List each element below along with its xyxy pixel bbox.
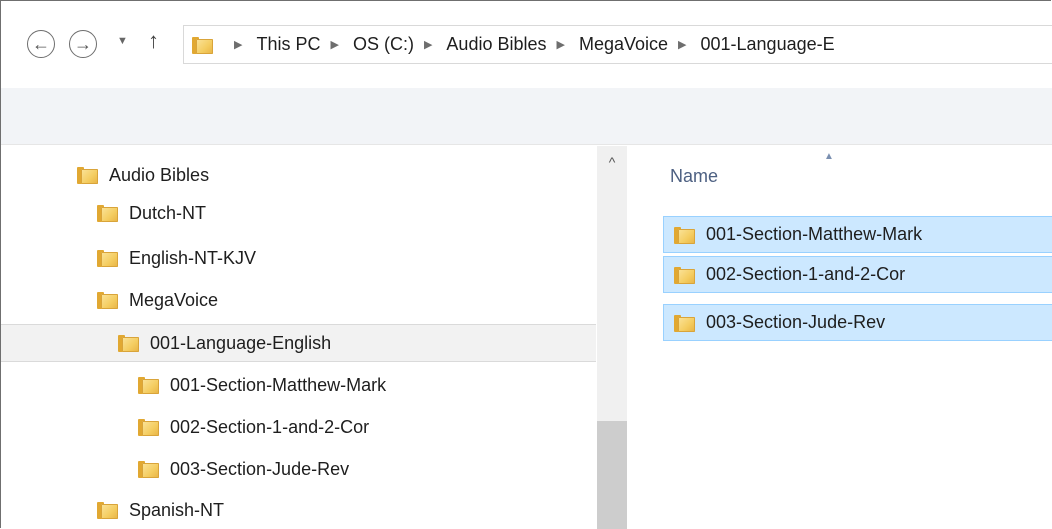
- breadcrumb-audio-bibles[interactable]: Audio Bibles: [446, 34, 546, 55]
- breadcrumb-language[interactable]: 001-Language-E: [701, 34, 835, 55]
- navigation-pane: Audio Bibles Dutch-NT English-NT-KJV Meg…: [1, 146, 596, 529]
- sort-ascending-icon: ▲: [824, 151, 834, 162]
- scroll-up-icon[interactable]: ^: [597, 146, 627, 176]
- folder-icon: [97, 203, 119, 223]
- up-arrow-icon[interactable]: ↑: [148, 28, 159, 54]
- file-list: ▲ Name 001-Section-Matthew-Mark 002-Sect…: [628, 146, 1052, 529]
- tree-item-001-section[interactable]: 001-Section-Matthew-Mark: [138, 366, 386, 404]
- chevron-right-icon[interactable]: ▶: [234, 38, 242, 51]
- file-row[interactable]: 002-Section-1-and-2-Cor: [663, 256, 1052, 293]
- tree-item-label: Audio Bibles: [109, 164, 210, 185]
- tree-item-audio-bibles[interactable]: Audio Bibles: [77, 156, 209, 194]
- chevron-down-icon[interactable]: ▼: [117, 35, 128, 47]
- tree-item-label: MegaVoice: [129, 289, 219, 310]
- breadcrumb-megavoice[interactable]: MegaVoice: [579, 34, 668, 55]
- folder-icon: [97, 500, 119, 520]
- tree-item-english-nt-kjv[interactable]: English-NT-KJV: [97, 239, 256, 277]
- folder-icon: [97, 248, 119, 268]
- tree-item-label: English-NT-KJV: [129, 247, 257, 268]
- chevron-right-icon[interactable]: ▶: [424, 38, 432, 51]
- file-row[interactable]: 001-Section-Matthew-Mark: [663, 216, 1052, 253]
- forward-arrow-icon[interactable]: →: [69, 30, 97, 58]
- tree-item-002-section[interactable]: 002-Section-1-and-2-Cor: [138, 408, 369, 446]
- folder-icon: [674, 313, 696, 333]
- folder-icon: [192, 35, 214, 55]
- file-name: 003-Section-Jude-Rev: [706, 312, 886, 332]
- toolbar-strip: [1, 88, 1052, 145]
- tree-scrollbar[interactable]: ^: [597, 146, 627, 529]
- tree-item-label: 001-Language-English: [150, 332, 332, 353]
- folder-icon: [77, 165, 99, 185]
- chevron-right-icon[interactable]: ▶: [678, 38, 686, 51]
- folder-icon: [97, 290, 119, 310]
- file-name: 002-Section-1-and-2-Cor: [706, 264, 906, 284]
- tree-item-spanish-nt[interactable]: Spanish-NT: [97, 491, 224, 529]
- address-row: ← → ▼ ↑ ▶ This PC ▶ OS (C:) ▶ Audio Bibl…: [1, 1, 1052, 87]
- file-row[interactable]: 003-Section-Jude-Rev: [663, 304, 1052, 341]
- folder-icon: [674, 225, 696, 245]
- tree-item-megavoice[interactable]: MegaVoice: [97, 281, 218, 319]
- tree-item-label: Spanish-NT: [129, 499, 225, 520]
- tree-item-label: 003-Section-Jude-Rev: [170, 458, 350, 479]
- column-header-name[interactable]: Name: [670, 166, 718, 187]
- folder-icon: [138, 375, 160, 395]
- breadcrumb-this-pc[interactable]: This PC: [256, 34, 320, 55]
- tree-item-label: 002-Section-1-and-2-Cor: [170, 416, 370, 437]
- chevron-right-icon[interactable]: ▶: [557, 38, 565, 51]
- folder-icon: [674, 265, 696, 285]
- folder-icon: [138, 417, 160, 437]
- tree-item-003-section[interactable]: 003-Section-Jude-Rev: [138, 450, 349, 488]
- tree-item-label: Dutch-NT: [129, 202, 207, 223]
- address-bar[interactable]: ▶ This PC ▶ OS (C:) ▶ Audio Bibles ▶ Meg…: [183, 25, 1052, 64]
- tree-item-001-language-english[interactable]: 001-Language-English: [1, 324, 596, 362]
- folder-icon: [118, 333, 140, 353]
- tree-item-label: 001-Section-Matthew-Mark: [170, 374, 387, 395]
- back-arrow-icon[interactable]: ←: [27, 30, 55, 58]
- chevron-right-icon[interactable]: ▶: [330, 38, 338, 51]
- breadcrumb-os-c[interactable]: OS (C:): [353, 34, 414, 55]
- file-name: 001-Section-Matthew-Mark: [706, 224, 923, 244]
- scroll-thumb[interactable]: [597, 421, 627, 529]
- folder-icon: [138, 459, 160, 479]
- tree-item-dutch-nt[interactable]: Dutch-NT: [97, 194, 206, 232]
